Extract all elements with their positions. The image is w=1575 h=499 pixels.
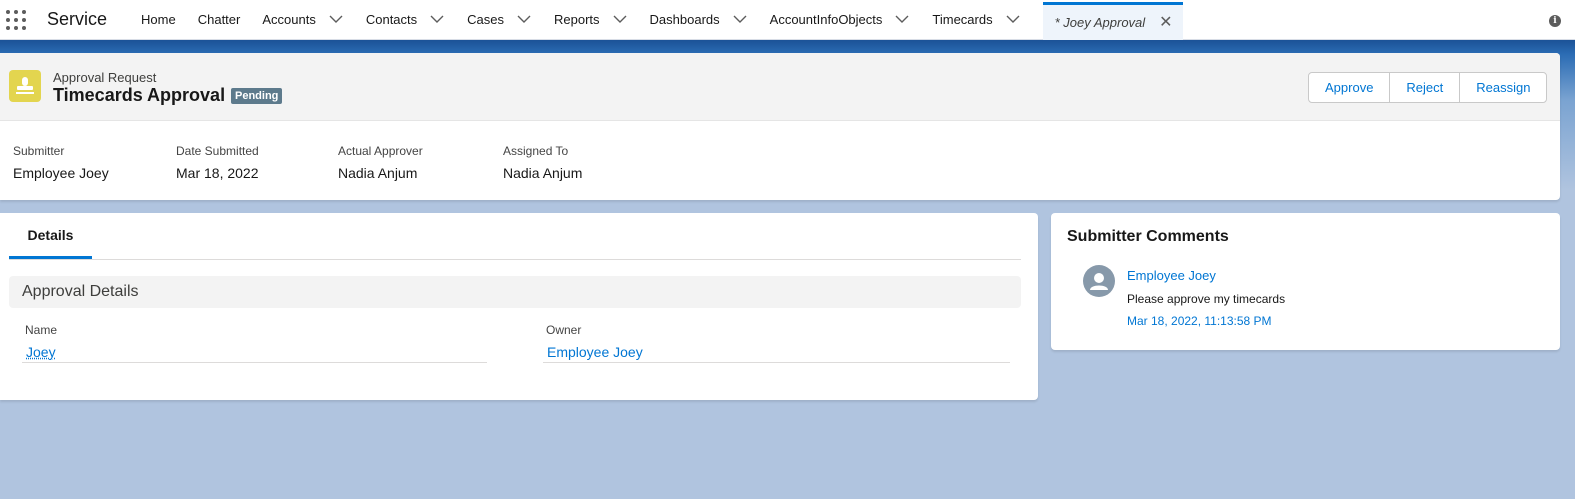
comment-author-link[interactable]: Employee Joey bbox=[1127, 268, 1216, 283]
status-badge: Pending bbox=[231, 88, 283, 104]
close-icon[interactable]: ✕ bbox=[1159, 12, 1172, 32]
avatar[interactable] bbox=[1083, 265, 1115, 297]
actual-approver-field: Actual Approver Nadia Anjum bbox=[338, 144, 423, 181]
reject-button[interactable]: Reject bbox=[1390, 73, 1461, 102]
tab-joey-approval[interactable]: * Joey Approval ✕ bbox=[1042, 1, 1183, 40]
chevron-down-icon[interactable] bbox=[516, 12, 532, 28]
user-icon bbox=[1090, 273, 1108, 290]
nav-item-label: Chatter bbox=[197, 12, 241, 27]
nav-item-label: Reports bbox=[554, 12, 600, 27]
field-value: Employee Joey bbox=[13, 165, 109, 181]
comment-text: Please approve my timecards bbox=[1127, 292, 1286, 306]
approval-stamp-icon bbox=[9, 70, 41, 102]
nav-item-label: Cases bbox=[467, 12, 505, 27]
tab-label: * Joey Approval bbox=[1054, 14, 1146, 30]
record-tabs: Details bbox=[9, 213, 1021, 260]
name-link[interactable]: Joey bbox=[22, 344, 487, 360]
field-value: Nadia Anjum bbox=[338, 165, 418, 181]
chevron-down-icon[interactable] bbox=[612, 12, 628, 28]
field-label: Date Submitted bbox=[176, 144, 259, 158]
comments-title: Submitter Comments bbox=[1067, 228, 1229, 245]
submitter-comments-card: Submitter Comments Employee Joey Please … bbox=[1051, 213, 1560, 350]
approval-details-section-header[interactable]: Approval Details bbox=[9, 276, 1021, 308]
page-title: Timecards Approval bbox=[53, 85, 226, 105]
action-button-group: Approve Reject Reassign bbox=[1308, 72, 1548, 103]
submitter-field: Submitter Employee Joey bbox=[13, 144, 109, 181]
reassign-button[interactable]: Reassign bbox=[1460, 73, 1547, 102]
field-label: Name bbox=[25, 323, 58, 337]
chevron-down-icon[interactable] bbox=[894, 12, 910, 28]
nav-item-reports[interactable]: Reports bbox=[554, 0, 628, 40]
app-name: Service bbox=[47, 9, 108, 29]
app-launcher-icon[interactable] bbox=[5, 9, 27, 31]
chevron-down-icon[interactable] bbox=[328, 12, 344, 28]
approve-button[interactable]: Approve bbox=[1309, 73, 1391, 102]
field-label: Assigned To bbox=[503, 144, 569, 158]
tab-details[interactable]: Details bbox=[9, 213, 92, 259]
field-value: Nadia Anjum bbox=[503, 165, 583, 181]
info-icon[interactable]: i bbox=[1549, 15, 1561, 27]
nav-item-accounts[interactable]: Accounts bbox=[262, 0, 343, 40]
nav-item-label: Home bbox=[141, 12, 176, 27]
assigned-to-field: Assigned To Nadia Anjum bbox=[503, 144, 582, 181]
field-label: Owner bbox=[546, 323, 582, 337]
nav-item-dashboards[interactable]: Dashboards bbox=[650, 0, 748, 40]
comment-timestamp[interactable]: Mar 18, 2022, 11:13:58 PM bbox=[1127, 314, 1272, 328]
chevron-down-icon[interactable] bbox=[1005, 12, 1021, 28]
owner-field: Owner Employee Joey bbox=[543, 323, 1010, 363]
nav-item-cases[interactable]: Cases bbox=[467, 0, 532, 40]
field-label: Submitter bbox=[13, 144, 65, 158]
nav-item-chatter[interactable]: Chatter bbox=[198, 0, 241, 40]
global-nav-bar: Service Home Chatter Accounts Contacts C… bbox=[0, 0, 1575, 40]
record-header-top: Approval Request Timecards Approval Pend… bbox=[0, 53, 1560, 121]
chevron-down-icon[interactable] bbox=[429, 12, 445, 28]
chevron-down-icon[interactable] bbox=[732, 12, 748, 28]
highlights-fields: Submitter Employee Joey Date Submitted M… bbox=[0, 121, 1560, 199]
nav-item-label: Dashboards bbox=[649, 12, 720, 27]
nav-item-contacts[interactable]: Contacts bbox=[366, 0, 445, 40]
owner-link[interactable]: Employee Joey bbox=[543, 344, 1010, 360]
date-submitted-field: Date Submitted Mar 18, 2022 bbox=[176, 144, 259, 181]
name-field: Name Joey bbox=[22, 323, 487, 363]
details-card: Details Approval Details Name Joey Owner… bbox=[0, 213, 1038, 400]
nav-item-label: Accounts bbox=[262, 12, 316, 27]
nav-item-home[interactable]: Home bbox=[141, 0, 176, 40]
nav-item-timecards[interactable]: Timecards bbox=[932, 0, 1020, 40]
nav-item-label: Timecards bbox=[932, 12, 993, 27]
object-type-label: Approval Request bbox=[53, 70, 157, 85]
record-header: Approval Request Timecards Approval Pend… bbox=[0, 53, 1560, 200]
nav-item-label: Contacts bbox=[365, 12, 418, 27]
field-label: Actual Approver bbox=[338, 144, 423, 158]
field-value: Mar 18, 2022 bbox=[176, 165, 259, 181]
nav-item-label: AccountInfoObjects bbox=[769, 12, 883, 27]
nav-item-accountinfoobjects[interactable]: AccountInfoObjects bbox=[770, 0, 911, 40]
